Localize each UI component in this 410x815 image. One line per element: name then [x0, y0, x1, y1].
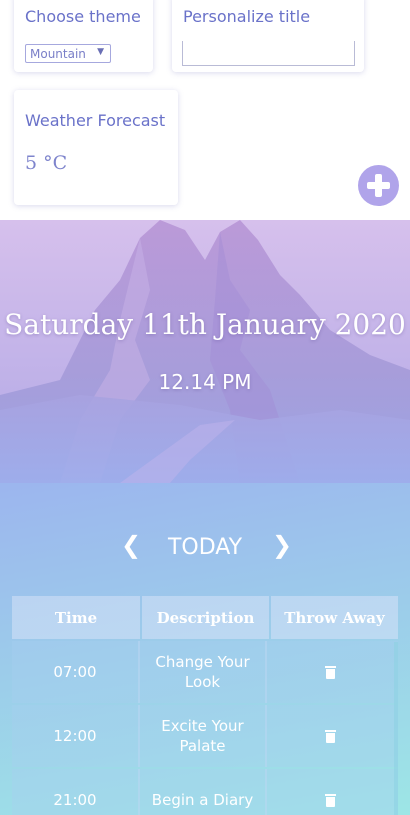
theme-select-value: Mountain	[30, 46, 86, 61]
day-navigation: ❮ TODAY ❯	[0, 525, 410, 569]
schedule-table: Time Description Throw Away 07:00 Change…	[12, 596, 398, 815]
weather-label: Weather Forecast	[25, 111, 166, 130]
weather-card: Weather Forecast 5 °C	[14, 90, 178, 205]
row-time: 12:00	[12, 705, 140, 767]
row-time: 21:00	[12, 769, 140, 815]
title-label: Personalize title	[183, 7, 311, 26]
title-input[interactable]	[182, 41, 355, 66]
trash-icon	[325, 665, 336, 679]
add-button[interactable]	[358, 165, 399, 206]
table-row: 07:00 Change Your Look	[12, 641, 398, 703]
hero-banner: Saturday 11th January 2020 12.14 PM	[0, 220, 410, 483]
delete-button[interactable]	[267, 769, 394, 815]
current-time: 12.14 PM	[158, 370, 252, 394]
table-row: 21:00 Begin a Diary	[12, 769, 398, 815]
trash-icon	[325, 729, 336, 743]
temperature-value: 5 °C	[25, 152, 68, 174]
table-header: Time Description Throw Away	[12, 596, 398, 639]
title-card: Personalize title	[172, 0, 364, 72]
row-description: Excite Your Palate	[140, 705, 267, 767]
table-row: 12:00 Excite Your Palate	[12, 705, 398, 767]
delete-button[interactable]	[267, 705, 394, 767]
trash-icon	[325, 793, 336, 807]
current-date: Saturday 11th January 2020	[4, 308, 406, 341]
theme-label: Choose theme	[25, 7, 141, 26]
header-description: Description	[142, 596, 269, 639]
theme-card: Choose theme Mountain ▼	[14, 0, 153, 72]
row-description: Change Your Look	[140, 641, 267, 703]
settings-panel: Choose theme Mountain ▼ Personalize titl…	[0, 0, 410, 220]
row-description: Begin a Diary	[140, 769, 267, 815]
delete-button[interactable]	[267, 641, 394, 703]
theme-select[interactable]: Mountain ▼	[25, 44, 111, 63]
caret-down-icon: ▼	[97, 47, 104, 57]
scrollbar[interactable]	[394, 642, 398, 815]
header-time: Time	[12, 596, 140, 639]
chevron-right-icon[interactable]: ❯	[272, 531, 292, 559]
day-label: TODAY	[167, 535, 243, 560]
header-throw-away: Throw Away	[271, 596, 398, 639]
row-time: 07:00	[12, 641, 140, 703]
mountain-illustration	[0, 220, 410, 483]
